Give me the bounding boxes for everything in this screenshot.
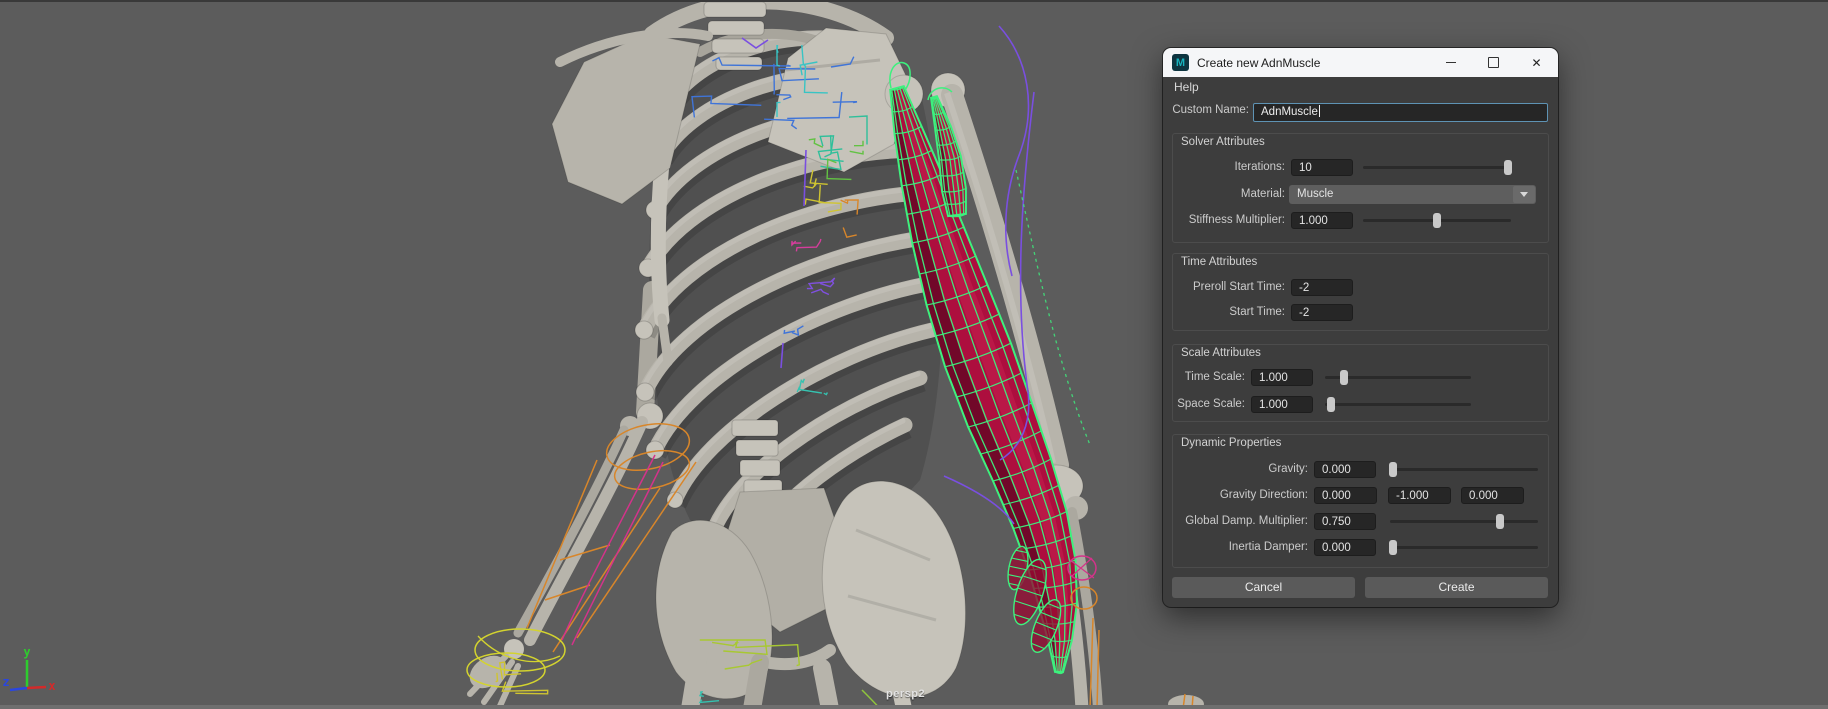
space-scale-slider[interactable] [1325,396,1471,413]
preroll-start-time-label: Preroll Start Time: [1177,279,1285,296]
global-damp-slider[interactable] [1390,513,1538,530]
chevron-down-icon [1520,192,1528,197]
solver-attributes-title: Solver Attributes [1181,136,1265,148]
iterations-slider[interactable] [1363,159,1511,176]
scale-attributes-title: Scale Attributes [1181,347,1261,359]
gravity-slider[interactable] [1390,461,1538,478]
gravity-direction-y-field[interactable]: -1.000 [1388,487,1451,504]
custom-name-input[interactable]: AdnMuscle [1253,103,1548,122]
dynamic-properties-group: Dynamic Properties Gravity: 0.000 Gravit… [1172,434,1549,568]
dialog-title: Create new AdnMuscle [1197,56,1320,70]
slider-handle[interactable] [1496,514,1504,529]
stiffness-label: Stiffness Multiplier: [1177,212,1285,229]
time-attributes-title: Time Attributes [1181,256,1257,268]
time-scale-field[interactable]: 1.000 [1251,369,1313,386]
space-scale-label: Space Scale: [1177,396,1245,413]
slider-handle[interactable] [1389,540,1397,555]
gravity-label: Gravity: [1177,461,1308,478]
slider-handle[interactable] [1433,213,1441,228]
gravity-field[interactable]: 0.000 [1314,461,1376,478]
scale-attributes-group: Scale Attributes Time Scale: 1.000 Space… [1172,344,1549,422]
dropdown-arrow-button[interactable] [1513,186,1535,203]
inertia-damper-field[interactable]: 0.000 [1314,539,1376,556]
global-damp-multiplier-label: Global Damp. Multiplier: [1177,513,1308,530]
minimize-button[interactable] [1429,48,1472,77]
cancel-button[interactable]: Cancel [1172,577,1355,598]
text-caret [1319,105,1320,117]
time-attributes-group: Time Attributes Preroll Start Time: -2 S… [1172,253,1549,331]
material-label: Material: [1177,185,1285,204]
axis-z-label: z [2,675,9,689]
maya-app-icon: M [1172,54,1189,71]
iterations-label: Iterations: [1177,159,1285,176]
slider-track [1325,403,1471,406]
start-time-field[interactable]: -2 [1291,304,1353,321]
minimize-icon [1446,62,1456,63]
slider-handle[interactable] [1327,397,1335,412]
help-menu[interactable]: Help [1163,77,1558,97]
axis-y-label: y [23,645,30,659]
time-scale-slider[interactable] [1325,369,1471,386]
viewport-top-edge [0,0,1828,2]
viewport-bottom-edge [0,705,1828,709]
stiffness-field[interactable]: 1.000 [1291,212,1353,229]
gravity-direction-label: Gravity Direction: [1177,487,1308,504]
gravity-direction-z-field[interactable]: 0.000 [1461,487,1524,504]
viewport-camera-label: persp2 [886,688,925,700]
time-scale-label: Time Scale: [1177,369,1245,386]
custom-name-label: Custom Name: [1169,104,1249,116]
slider-track [1363,166,1511,169]
slider-handle[interactable] [1340,370,1348,385]
gravity-direction-x-field[interactable]: 0.000 [1314,487,1377,504]
slider-track [1390,468,1538,471]
inertia-damper-slider[interactable] [1390,539,1538,556]
maya-application: y x z persp2 M Create new AdnMuscle ✕ He… [0,0,1828,709]
maximize-icon [1488,57,1499,68]
dialog-titlebar[interactable]: M Create new AdnMuscle ✕ [1163,48,1558,77]
iterations-field[interactable]: 10 [1291,159,1353,176]
slider-track [1390,520,1538,523]
stiffness-slider[interactable] [1363,212,1511,229]
space-scale-field[interactable]: 1.000 [1251,396,1313,413]
inertia-damper-label: Inertia Damper: [1177,539,1308,556]
close-button[interactable]: ✕ [1515,48,1558,77]
slider-track [1390,546,1538,549]
slider-handle[interactable] [1504,160,1512,175]
start-time-label: Start Time: [1177,304,1285,321]
slider-handle[interactable] [1389,462,1397,477]
dynamic-properties-title: Dynamic Properties [1181,437,1281,449]
axis-x-label: x [48,679,55,693]
material-dropdown[interactable]: Muscle [1289,185,1536,204]
preroll-start-time-field[interactable]: -2 [1291,279,1353,296]
solver-attributes-group: Solver Attributes Iterations: 10 Materia… [1172,133,1549,243]
global-damp-multiplier-field[interactable]: 0.750 [1314,513,1376,530]
create-button[interactable]: Create [1365,577,1548,598]
maximize-button[interactable] [1472,48,1515,77]
create-adnmuscle-dialog: M Create new AdnMuscle ✕ Help Custom Nam… [1163,48,1558,607]
